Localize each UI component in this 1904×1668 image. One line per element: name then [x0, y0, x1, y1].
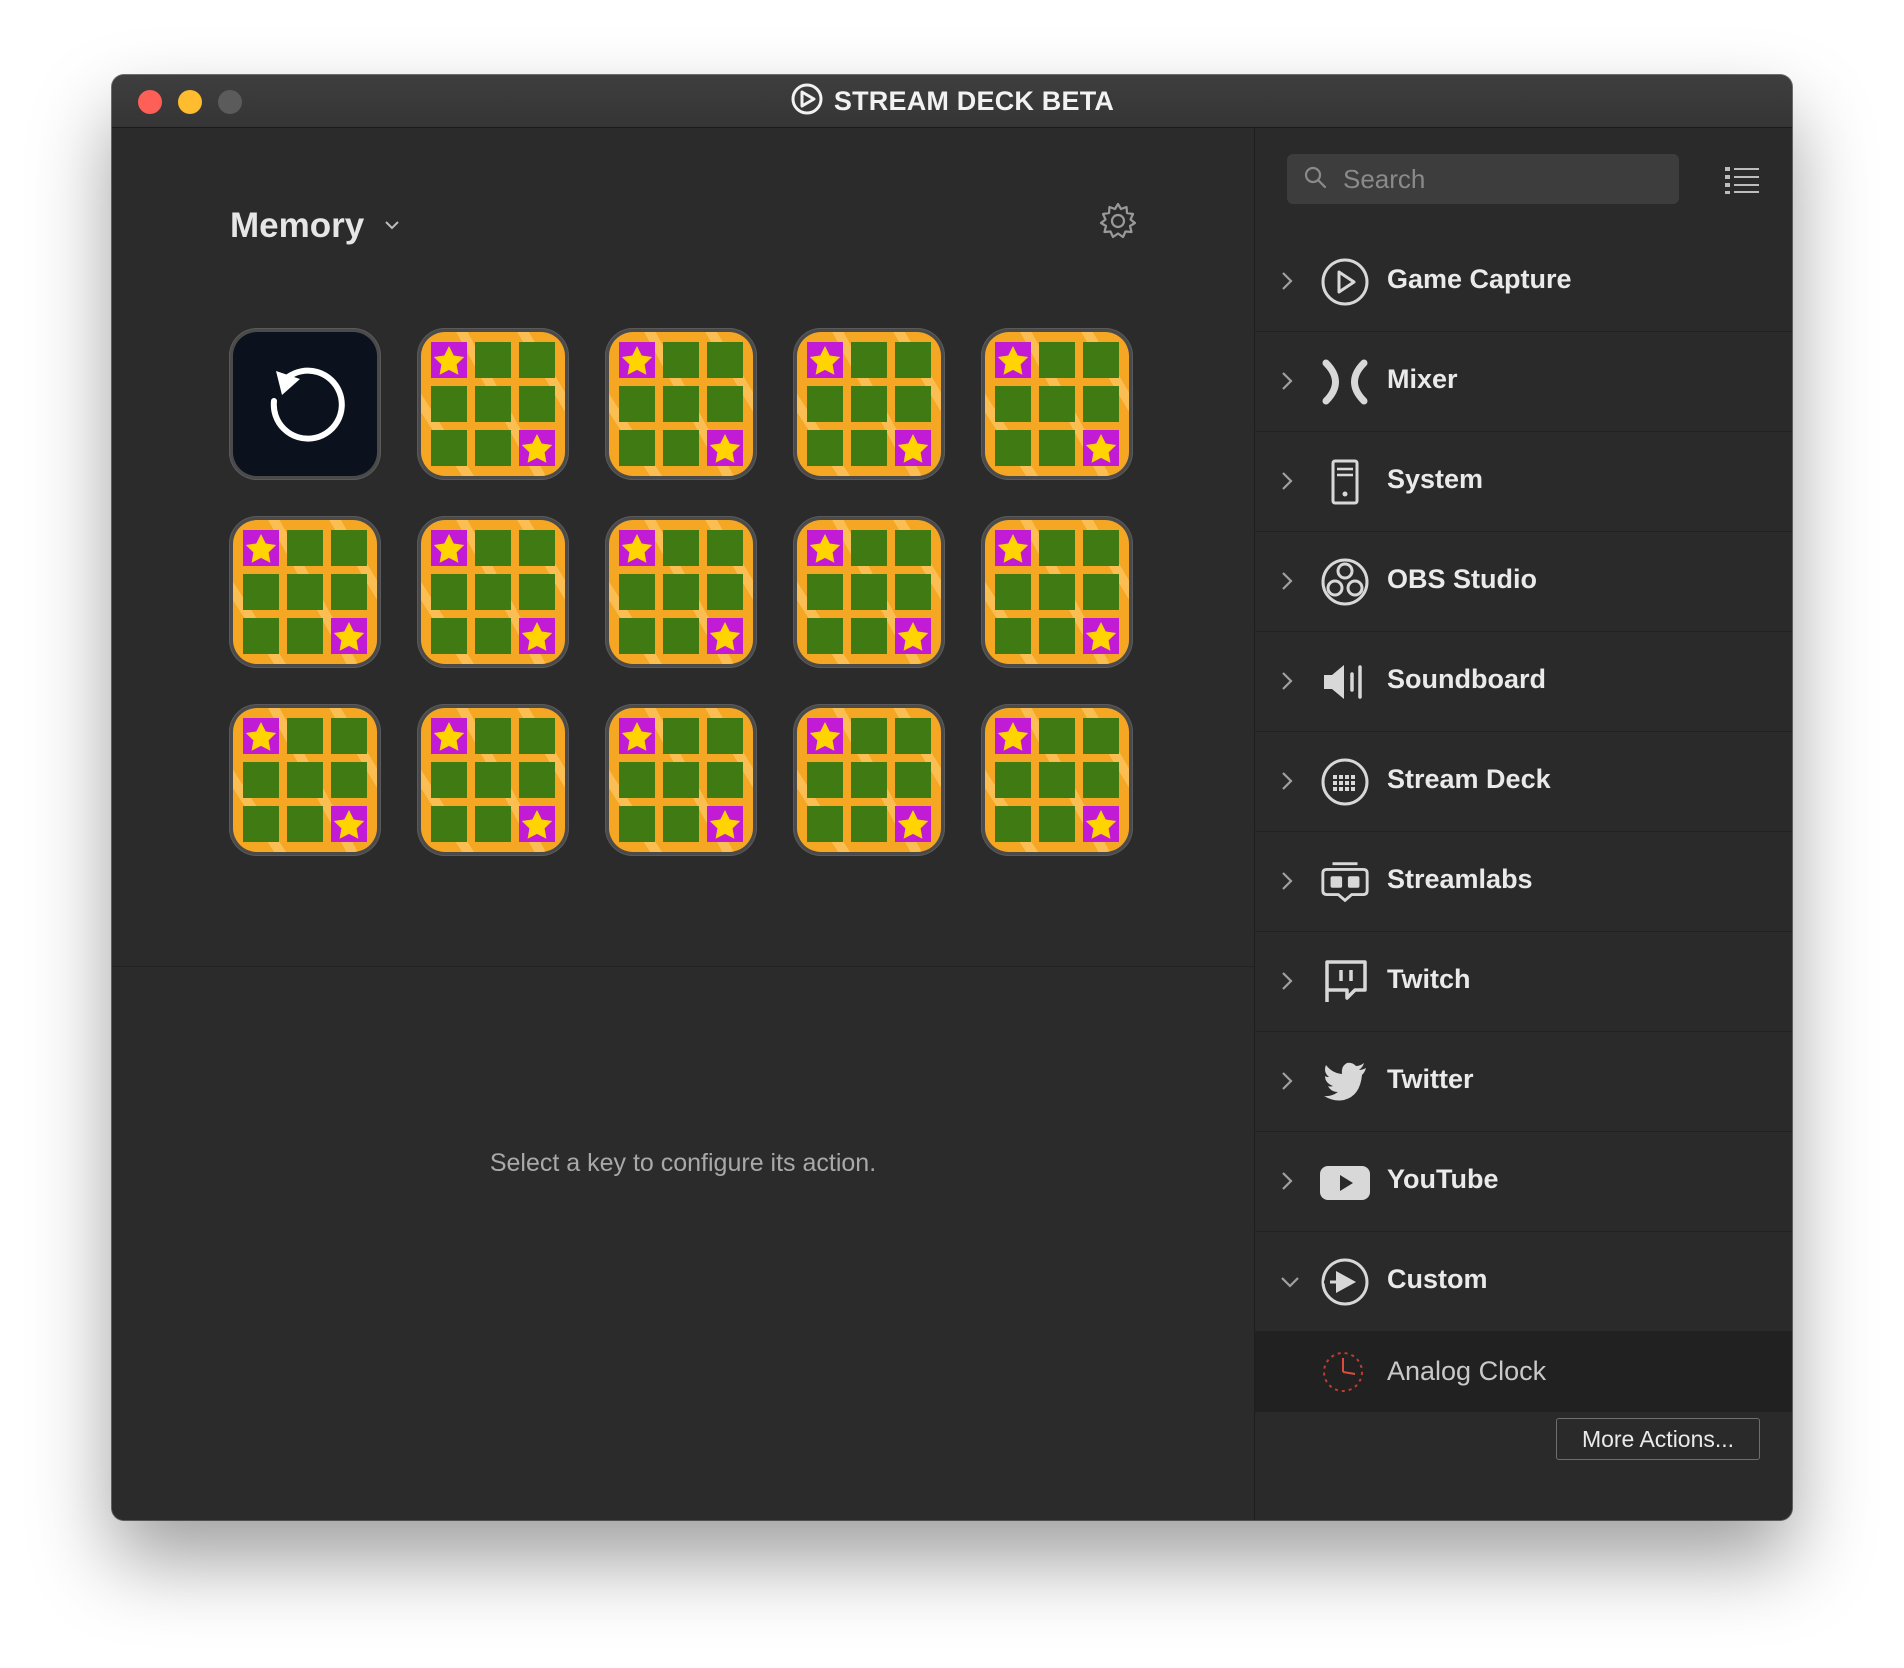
category-streamlabs[interactable]: Streamlabs — [1255, 832, 1792, 932]
chevron-right-icon — [1281, 570, 1293, 597]
memory-key[interactable] — [229, 704, 381, 856]
memory-key[interactable] — [417, 704, 569, 856]
memory-key[interactable] — [793, 516, 945, 668]
memory-key[interactable] — [605, 704, 757, 856]
category-twitter[interactable]: Twitter — [1255, 1032, 1792, 1132]
memory-key[interactable] — [981, 516, 1133, 668]
memory-key[interactable] — [417, 328, 569, 480]
canvas-pane: Memory Select a key to configure its act… — [112, 128, 1254, 1520]
chevron-right-icon — [1281, 470, 1293, 497]
memory-tile-icon — [797, 708, 941, 852]
custom-icon — [1319, 1256, 1371, 1308]
category-label: Twitter — [1387, 1064, 1474, 1094]
app-window: STREAM DECK BETA Memory Select a key to … — [112, 75, 1792, 1520]
category-mixer[interactable]: Mixer — [1255, 332, 1792, 432]
memory-tile-icon — [985, 332, 1129, 476]
actions-sidebar: Game Capture Mixer System OBS Studio Sou — [1254, 128, 1792, 1520]
stream-deck-icon — [1319, 756, 1371, 808]
memory-key[interactable] — [605, 328, 757, 480]
memory-tile-icon — [985, 708, 1129, 852]
game-capture-icon — [1319, 256, 1371, 308]
memory-key[interactable] — [229, 516, 381, 668]
key-reset[interactable] — [229, 328, 381, 480]
memory-key[interactable] — [981, 328, 1133, 480]
category-label: Game Capture — [1387, 264, 1572, 294]
category-label: Soundboard — [1387, 664, 1546, 694]
category-stream-deck[interactable]: Stream Deck — [1255, 732, 1792, 832]
category-label: System — [1387, 464, 1484, 494]
memory-tile-icon — [985, 520, 1129, 664]
memory-tile-icon — [797, 332, 941, 476]
reset-icon — [260, 357, 350, 452]
category-soundboard[interactable]: Soundboard — [1255, 632, 1792, 732]
category-label: YouTube — [1387, 1164, 1499, 1194]
memory-key[interactable] — [793, 704, 945, 856]
chevron-right-icon — [1281, 1070, 1293, 1097]
category-label: Stream Deck — [1387, 764, 1551, 794]
profile-selector[interactable]: Memory — [230, 206, 400, 246]
search-box[interactable] — [1287, 154, 1679, 204]
pane-divider — [112, 966, 1254, 967]
property-inspector-hint: Select a key to configure its action. — [489, 1149, 877, 1177]
analog-clock-icon — [1321, 1350, 1365, 1399]
memory-key[interactable] — [981, 704, 1133, 856]
category-youtube[interactable]: YouTube — [1255, 1132, 1792, 1232]
gear-icon[interactable] — [1098, 201, 1138, 246]
elgato-logo-icon — [790, 82, 824, 121]
category-custom[interactable]: Custom — [1255, 1232, 1792, 1332]
title-bar: STREAM DECK BETA — [112, 75, 1792, 128]
chevron-right-icon — [1281, 770, 1293, 797]
streamlabs-icon — [1319, 856, 1371, 908]
memory-key[interactable] — [605, 516, 757, 668]
chevron-right-icon — [1281, 970, 1293, 997]
memory-key[interactable] — [793, 328, 945, 480]
action-label: Analog Clock — [1387, 1356, 1547, 1386]
category-label: OBS Studio — [1387, 564, 1537, 594]
youtube-icon — [1319, 1156, 1371, 1208]
memory-tile-icon — [233, 520, 377, 664]
key-grid — [229, 328, 1133, 856]
memory-tile-icon — [609, 708, 753, 852]
chevron-down-icon — [384, 217, 400, 235]
chevron-down-icon — [1279, 1275, 1301, 1294]
memory-key[interactable] — [417, 516, 569, 668]
memory-tile-icon — [609, 332, 753, 476]
category-obs-studio[interactable]: OBS Studio — [1255, 532, 1792, 632]
memory-tile-icon — [233, 708, 377, 852]
mixer-icon — [1319, 356, 1371, 408]
search-input[interactable] — [1341, 162, 1645, 196]
category-list: Game Capture Mixer System OBS Studio Sou — [1255, 232, 1792, 1412]
system-icon — [1319, 456, 1371, 508]
memory-tile-icon — [797, 520, 941, 664]
category-twitch[interactable]: Twitch — [1255, 932, 1792, 1032]
twitter-icon — [1319, 1056, 1371, 1108]
memory-tile-icon — [421, 520, 565, 664]
soundboard-icon — [1319, 656, 1371, 708]
profile-name: Memory — [230, 206, 365, 245]
category-label: Custom — [1387, 1264, 1488, 1294]
action-analog-clock[interactable]: Analog Clock — [1255, 1332, 1792, 1412]
obs-icon — [1319, 556, 1371, 608]
chevron-right-icon — [1281, 670, 1293, 697]
category-system[interactable]: System — [1255, 432, 1792, 532]
memory-tile-icon — [609, 520, 753, 664]
window-title: STREAM DECK BETA — [833, 85, 1115, 116]
chevron-right-icon — [1281, 270, 1293, 297]
category-label: Mixer — [1387, 364, 1458, 394]
search-icon — [1303, 165, 1327, 194]
chevron-right-icon — [1281, 370, 1293, 397]
memory-tile-icon — [421, 332, 565, 476]
category-game-capture[interactable]: Game Capture — [1255, 232, 1792, 332]
chevron-right-icon — [1281, 1170, 1293, 1197]
list-view-icon[interactable] — [1725, 166, 1759, 199]
category-label: Twitch — [1387, 964, 1471, 994]
twitch-icon — [1319, 956, 1371, 1008]
chevron-right-icon — [1281, 870, 1293, 897]
memory-tile-icon — [421, 708, 565, 852]
more-actions-button[interactable]: More Actions... — [1556, 1418, 1760, 1460]
category-label: Streamlabs — [1387, 864, 1533, 894]
